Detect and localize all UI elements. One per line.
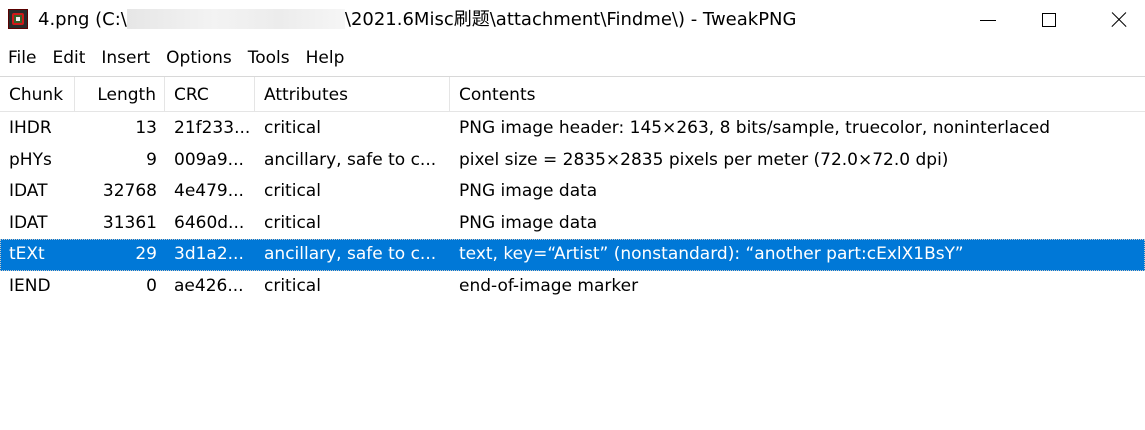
- close-icon: [1109, 11, 1127, 29]
- chunk-list[interactable]: Chunk Length CRC Attributes Contents IHD…: [0, 76, 1145, 302]
- column-header-length[interactable]: Length: [75, 77, 165, 112]
- chunk-length: 29: [135, 244, 157, 264]
- chunk-crc: 4e479...: [174, 181, 244, 201]
- menu-file[interactable]: File: [0, 44, 44, 72]
- close-button[interactable]: [1085, 0, 1145, 40]
- chunk-row[interactable]: IDAT 32768 4e479... critical PNG image d…: [0, 176, 1145, 208]
- chunk-crc: ae426...: [174, 275, 244, 296]
- menu-bar: File Edit Insert Options Tools Help: [0, 44, 352, 72]
- chunk-attributes: ancillary, safe to c...: [264, 244, 437, 264]
- chunk-attributes: critical: [264, 181, 321, 201]
- chunk-contents: PNG image header: 145×263, 8 bits/sample…: [459, 118, 1051, 138]
- chunk-row[interactable]: pHYs 9 009a9... ancillary, safe to c... …: [0, 145, 1145, 177]
- title-bar[interactable]: 4.png (C:\ \2021.6Misc刷题\attachment\Findm…: [0, 0, 1145, 40]
- menu-edit[interactable]: Edit: [44, 44, 93, 72]
- window-title: 4.png (C:\ \2021.6Misc刷题\attachment\Findm…: [38, 8, 796, 32]
- window-title-prefix: 4.png (C:\: [38, 9, 127, 30]
- chunk-row[interactable]: IEND 0 ae426... critical end-of-image ma…: [0, 271, 1145, 303]
- redacted-path: [126, 9, 345, 29]
- chunk-crc: 21f233...: [174, 118, 251, 138]
- tweakpng-app-icon[interactable]: [8, 9, 28, 29]
- chunk-contents: pixel size = 2835×2835 pixels per meter …: [459, 149, 949, 170]
- chunk-name: IDAT: [9, 212, 48, 233]
- maximize-icon: [1042, 13, 1056, 27]
- chunk-attributes: critical: [264, 212, 321, 233]
- chunk-contents: PNG image data: [459, 212, 598, 233]
- minimize-button[interactable]: [958, 0, 1018, 40]
- column-header-contents[interactable]: Contents: [450, 77, 1145, 112]
- chunk-crc: 009a9...: [174, 149, 244, 170]
- chunk-length: 0: [146, 275, 157, 296]
- chunk-name: IHDR: [9, 118, 52, 138]
- menu-insert[interactable]: Insert: [93, 44, 158, 72]
- chunk-row[interactable]: IDAT 31361 6460d... critical PNG image d…: [0, 208, 1145, 240]
- chunk-attributes: critical: [264, 275, 321, 296]
- chunk-length: 31361: [102, 212, 157, 233]
- menu-help[interactable]: Help: [298, 44, 353, 72]
- chunk-rows: IHDR 13 21f233... critical PNG image hea…: [0, 112, 1145, 302]
- menu-options[interactable]: Options: [158, 44, 240, 72]
- window-title-suffix: \2021.6Misc刷题\attachment\Findme\) - Twea…: [344, 9, 797, 30]
- column-header-row: Chunk Length CRC Attributes Contents: [0, 76, 1145, 112]
- maximize-button[interactable]: [1018, 0, 1078, 40]
- chunk-length: 13: [135, 118, 157, 138]
- chunk-name: IEND: [9, 275, 51, 296]
- chunk-crc: 6460d...: [174, 212, 245, 233]
- chunk-crc: 3d1a2...: [174, 244, 244, 264]
- column-header-crc[interactable]: CRC: [165, 77, 255, 112]
- chunk-row-selected[interactable]: tEXt 29 3d1a2... ancillary, safe to c...…: [0, 239, 1145, 271]
- chunk-contents: text, key=“Artist” (nonstandard): “anoth…: [459, 244, 964, 264]
- chunk-row[interactable]: IHDR 13 21f233... critical PNG image hea…: [0, 113, 1145, 145]
- tweakpng-window: 4.png (C:\ \2021.6Misc刷题\attachment\Findm…: [0, 0, 1145, 430]
- chunk-length: 32768: [102, 181, 157, 201]
- chunk-length: 9: [146, 149, 157, 170]
- app-icon-dot: [16, 17, 20, 21]
- column-header-chunk[interactable]: Chunk: [0, 77, 75, 112]
- chunk-attributes: ancillary, safe to c...: [264, 149, 437, 170]
- chunk-attributes: critical: [264, 118, 321, 138]
- chunk-name: tEXt: [9, 244, 45, 264]
- chunk-name: IDAT: [9, 181, 48, 201]
- chunk-name: pHYs: [9, 149, 52, 170]
- column-header-attributes[interactable]: Attributes: [255, 77, 450, 112]
- minimize-icon: [980, 20, 996, 21]
- chunk-contents: end-of-image marker: [459, 275, 639, 296]
- chunk-contents: PNG image data: [459, 181, 598, 201]
- menu-tools[interactable]: Tools: [240, 44, 298, 72]
